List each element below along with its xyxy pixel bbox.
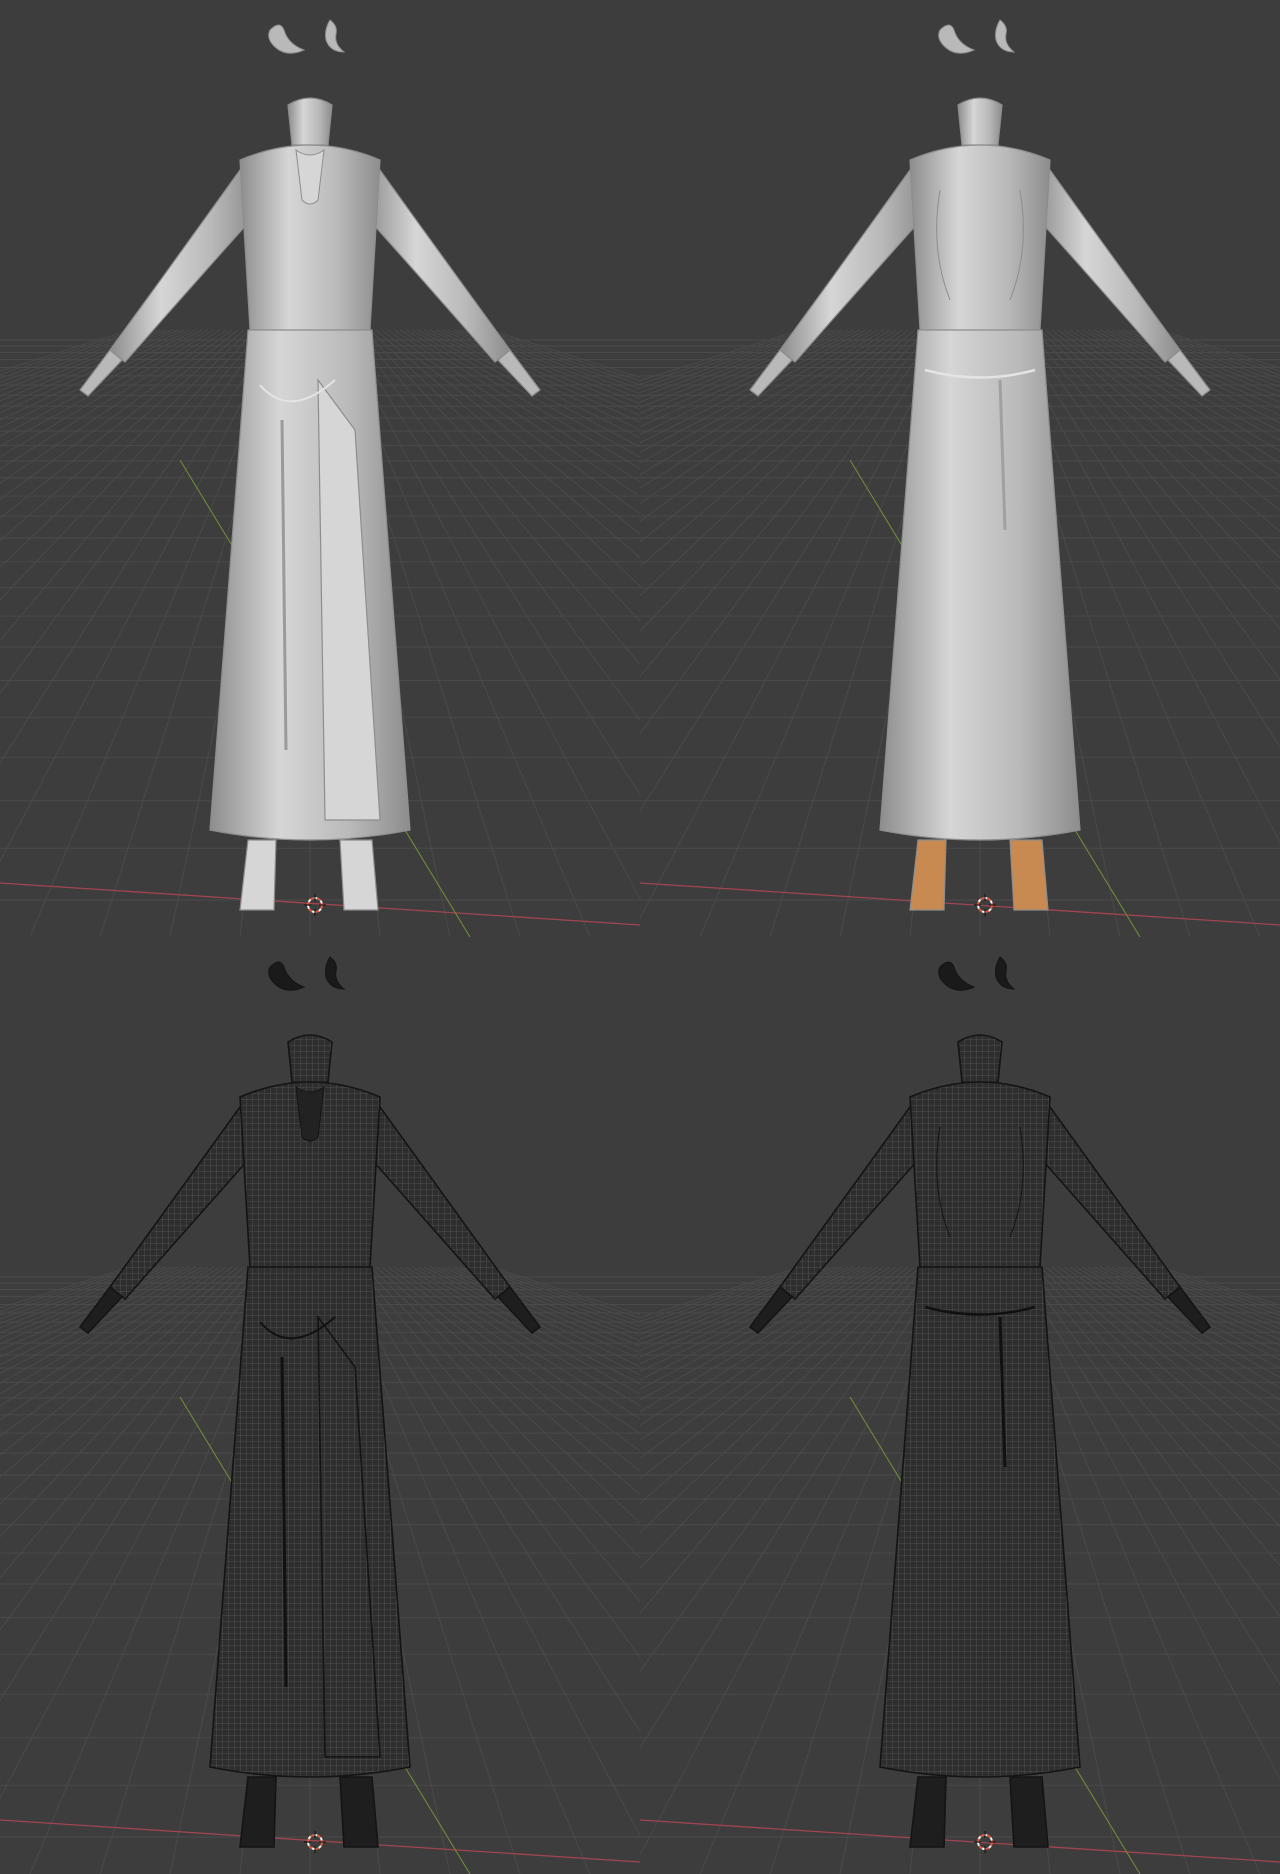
collar [957, 1034, 1003, 1083]
right-glove [496, 1285, 542, 1335]
left-glove [749, 349, 793, 397]
x-axis-line [640, 1819, 1280, 1863]
right-shoe [339, 1776, 379, 1848]
right-glove [1166, 1285, 1212, 1335]
hair-ornament-icon[interactable] [938, 956, 1016, 991]
viewport-front-wireframe[interactable] [0, 937, 640, 1874]
3d-cursor-icon[interactable] [304, 1831, 326, 1853]
x-axis-line [0, 882, 640, 926]
right-glove [1167, 349, 1211, 397]
left-glove [748, 1285, 794, 1335]
left-glove [79, 349, 123, 397]
right-shoe [1009, 839, 1049, 911]
viewport-back-solid-canvas[interactable] [640, 0, 1280, 937]
right-glove [497, 349, 541, 397]
jacket-torso [909, 1081, 1051, 1273]
garment-model[interactable] [78, 956, 542, 1848]
collar [287, 97, 333, 146]
garment-model[interactable] [749, 19, 1211, 911]
right-shoe [339, 839, 379, 911]
viewport-front-solid-canvas[interactable] [0, 0, 640, 937]
left-shoe [239, 1776, 277, 1848]
left-shoe [909, 839, 947, 911]
x-axis-line [0, 1819, 640, 1863]
collar [957, 97, 1003, 146]
garment-model[interactable] [79, 19, 541, 911]
viewport-front-solid[interactable] [0, 0, 640, 937]
right-shoe [1009, 1776, 1049, 1848]
viewport-back-wireframe-canvas[interactable] [640, 937, 1280, 1874]
garment-model[interactable] [748, 956, 1212, 1848]
hair-ornament-icon[interactable] [938, 19, 1016, 54]
hair-ornament-icon[interactable] [268, 19, 346, 54]
hair-ornament-icon[interactable] [268, 956, 346, 991]
collar [287, 1034, 333, 1083]
viewport-back-solid[interactable] [640, 0, 1280, 937]
3d-cursor-icon[interactable] [304, 894, 326, 916]
left-glove [78, 1285, 124, 1335]
viewport-front-wireframe-canvas[interactable] [0, 937, 640, 1874]
left-shoe [909, 1776, 947, 1848]
viewport-back-wireframe[interactable] [640, 937, 1280, 1874]
x-axis-line [640, 882, 1280, 926]
left-shoe [239, 839, 277, 911]
jacket-torso [909, 144, 1051, 336]
viewport-grid [0, 0, 1280, 1874]
